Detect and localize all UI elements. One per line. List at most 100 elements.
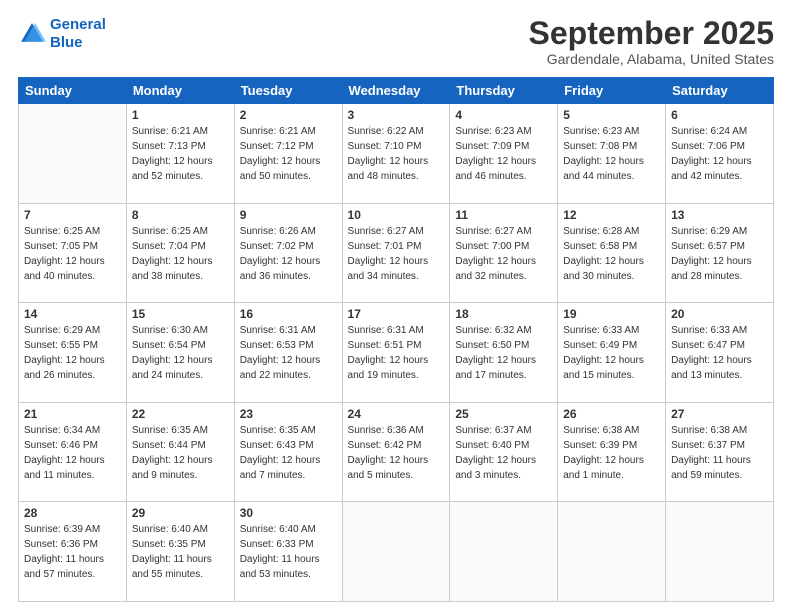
info-line: Sunset: 6:47 PM [671,338,768,353]
calendar-cell: 12Sunrise: 6:28 AMSunset: 6:58 PMDayligh… [558,203,666,303]
cell-info: Sunrise: 6:40 AMSunset: 6:35 PMDaylight:… [132,522,229,582]
info-line: Sunrise: 6:33 AM [563,323,660,338]
info-line: Sunrise: 6:25 AM [24,224,121,239]
day-number: 21 [24,407,121,421]
calendar-cell: 24Sunrise: 6:36 AMSunset: 6:42 PMDayligh… [342,402,450,502]
info-line: Sunset: 6:51 PM [348,338,445,353]
info-line: Sunrise: 6:30 AM [132,323,229,338]
info-line: Daylight: 12 hours [563,154,660,169]
calendar-cell: 8Sunrise: 6:25 AMSunset: 7:04 PMDaylight… [126,203,234,303]
week-row-1: 1Sunrise: 6:21 AMSunset: 7:13 PMDaylight… [19,104,774,204]
info-line: and 1 minute. [563,468,660,483]
info-line: Daylight: 12 hours [132,154,229,169]
day-number: 30 [240,506,337,520]
cell-info: Sunrise: 6:28 AMSunset: 6:58 PMDaylight:… [563,224,660,284]
day-number: 15 [132,307,229,321]
cell-info: Sunrise: 6:31 AMSunset: 6:53 PMDaylight:… [240,323,337,383]
calendar-cell: 27Sunrise: 6:38 AMSunset: 6:37 PMDayligh… [666,402,774,502]
cell-info: Sunrise: 6:35 AMSunset: 6:43 PMDaylight:… [240,423,337,483]
day-number: 18 [455,307,552,321]
info-line: Daylight: 11 hours [240,552,337,567]
cell-info: Sunrise: 6:23 AMSunset: 7:09 PMDaylight:… [455,124,552,184]
info-line: and 11 minutes. [24,468,121,483]
cell-info: Sunrise: 6:23 AMSunset: 7:08 PMDaylight:… [563,124,660,184]
info-line: Sunset: 7:04 PM [132,239,229,254]
calendar-cell: 1Sunrise: 6:21 AMSunset: 7:13 PMDaylight… [126,104,234,204]
day-number: 6 [671,108,768,122]
cell-info: Sunrise: 6:30 AMSunset: 6:54 PMDaylight:… [132,323,229,383]
info-line: Daylight: 12 hours [240,154,337,169]
calendar-cell: 15 Sunrise: 6:30 AMSunset: 6:54 PMDayligh… [126,303,234,403]
calendar-cell: 19Sunrise: 6:33 AMSunset: 6:49 PMDayligh… [558,303,666,403]
info-line: Daylight: 12 hours [455,353,552,368]
cell-info: Sunrise: 6:27 AMSunset: 7:01 PMDaylight:… [348,224,445,284]
cell-info: Sunrise: 6:39 AMSunset: 6:36 PMDaylight:… [24,522,121,582]
info-line: and 48 minutes. [348,169,445,184]
day-number: 27 [671,407,768,421]
info-line: Daylight: 11 hours [671,453,768,468]
info-line: and 26 minutes. [24,368,121,383]
info-line: and 24 minutes. [132,368,229,383]
cell-info: Sunrise: 6:22 AMSunset: 7:10 PMDaylight:… [348,124,445,184]
info-line: Sunrise: 6:37 AM [455,423,552,438]
info-line: and 7 minutes. [240,468,337,483]
info-line: Sunset: 6:42 PM [348,438,445,453]
calendar-cell [450,502,558,602]
week-row-4: 21Sunrise: 6:34 AMSunset: 6:46 PMDayligh… [19,402,774,502]
info-line: Daylight: 12 hours [348,154,445,169]
info-line: and 19 minutes. [348,368,445,383]
day-number: 7 [24,208,121,222]
info-line: Sunset: 6:36 PM [24,537,121,552]
info-line: Daylight: 12 hours [348,453,445,468]
info-line: Sunset: 7:01 PM [348,239,445,254]
calendar-cell: 11Sunrise: 6:27 AMSunset: 7:00 PMDayligh… [450,203,558,303]
info-line: Sunset: 7:05 PM [24,239,121,254]
calendar-cell [19,104,127,204]
info-line: and 34 minutes. [348,269,445,284]
calendar-cell [558,502,666,602]
info-line: and 15 minutes. [563,368,660,383]
info-line: and 55 minutes. [132,567,229,582]
day-number: 29 [132,506,229,520]
info-line: Sunset: 6:58 PM [563,239,660,254]
day-number: 16 [240,307,337,321]
col-thursday: Thursday [450,78,558,104]
info-line: Daylight: 12 hours [455,154,552,169]
info-line: Daylight: 12 hours [24,453,121,468]
calendar-cell: 7 Sunrise: 6:25 AMSunset: 7:05 PMDaylight… [19,203,127,303]
info-line: Daylight: 12 hours [455,254,552,269]
cell-info: Sunrise: 6:25 AMSunset: 7:04 PMDaylight:… [132,224,229,284]
info-line: and 13 minutes. [671,368,768,383]
info-line: Sunset: 6:53 PM [240,338,337,353]
info-line: Daylight: 12 hours [240,453,337,468]
info-line: Sunrise: 6:40 AM [132,522,229,537]
info-line: Daylight: 12 hours [455,453,552,468]
calendar-cell: 22Sunrise: 6:35 AMSunset: 6:44 PMDayligh… [126,402,234,502]
page: General Blue September 2025 Gardendale, … [0,0,792,612]
cell-info: Sunrise: 6:24 AMSunset: 7:06 PMDaylight:… [671,124,768,184]
day-number: 22 [132,407,229,421]
info-line: Sunrise: 6:33 AM [671,323,768,338]
cell-info: Sunrise: 6:25 AMSunset: 7:05 PMDaylight:… [24,224,121,284]
info-line: and 42 minutes. [671,169,768,184]
info-line: Sunrise: 6:26 AM [240,224,337,239]
info-line: Daylight: 11 hours [24,552,121,567]
day-number: 10 [348,208,445,222]
info-line: Sunrise: 6:39 AM [24,522,121,537]
info-line: Sunset: 6:37 PM [671,438,768,453]
info-line: and 59 minutes. [671,468,768,483]
info-line: Sunset: 6:33 PM [240,537,337,552]
info-line: Sunrise: 6:31 AM [240,323,337,338]
info-line: Daylight: 12 hours [240,353,337,368]
info-line: Daylight: 12 hours [24,353,121,368]
calendar-cell: 21Sunrise: 6:34 AMSunset: 6:46 PMDayligh… [19,402,127,502]
calendar-cell: 3Sunrise: 6:22 AMSunset: 7:10 PMDaylight… [342,104,450,204]
info-line: Sunset: 6:44 PM [132,438,229,453]
info-line: Sunset: 6:49 PM [563,338,660,353]
info-line: Sunrise: 6:28 AM [563,224,660,239]
day-number: 20 [671,307,768,321]
day-number: 14 [24,307,121,321]
cell-info: Sunrise: 6:38 AMSunset: 6:39 PMDaylight:… [563,423,660,483]
col-wednesday: Wednesday [342,78,450,104]
calendar-cell: 29 Sunrise: 6:40 AMSunset: 6:35 PMDayligh… [126,502,234,602]
